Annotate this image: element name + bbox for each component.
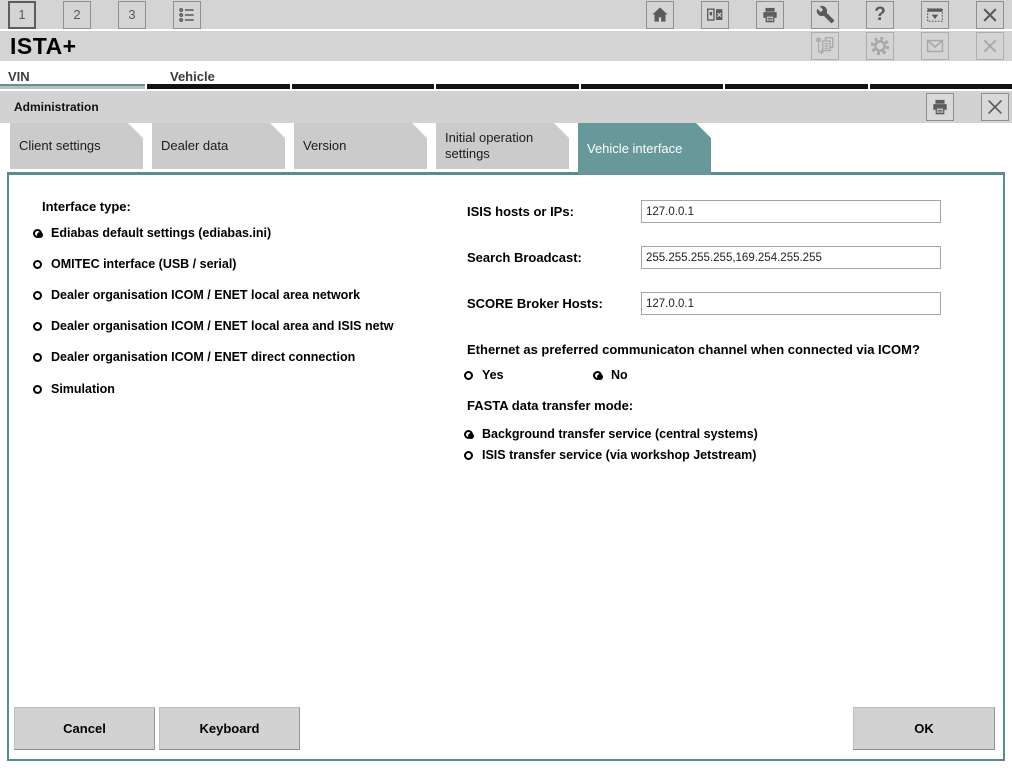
radio-option-fasta-background[interactable]: Background transfer service (central sys… [464, 426, 758, 442]
print-icon [760, 5, 780, 25]
radio-option-omitec[interactable]: OMITEC interface (USB / serial) [33, 256, 464, 272]
interface-type-label: Interface type: [42, 199, 131, 214]
score-broker-label: SCORE Broker Hosts: [467, 296, 603, 311]
radio-option-label: Dealer organisation ICOM / ENET local ar… [51, 319, 393, 333]
radio-option-icom-lan[interactable]: Dealer organisation ICOM / ENET local ar… [33, 287, 464, 303]
radio-icon[interactable] [33, 322, 42, 331]
vehicle-interface-panel: Interface type: Ediabas default settings… [7, 172, 1005, 761]
radio-option-label: Background transfer service (central sys… [482, 427, 758, 441]
close-icon [984, 96, 1006, 118]
print-button[interactable] [756, 1, 784, 29]
data-transfer-icon [814, 35, 836, 57]
tab-initial-operation-settings[interactable]: Initial operation settings [436, 123, 569, 169]
radio-icon[interactable] [33, 291, 42, 300]
tab-client-settings[interactable]: Client settings [10, 123, 143, 169]
dialog-title-bar: Administration [0, 91, 1012, 123]
underline-segment [147, 84, 290, 89]
underline-segment [436, 84, 579, 89]
workspace-buttons: 1 2 3 [8, 1, 201, 29]
radio-option-label: Dealer organisation ICOM / ENET direct c… [51, 350, 355, 364]
underline-segment [870, 84, 1012, 89]
wrench-icon [816, 5, 835, 24]
radio-option-icom-direct[interactable]: Dealer organisation ICOM / ENET direct c… [33, 349, 464, 365]
dialog-title: Administration [14, 100, 99, 114]
gear-button[interactable] [866, 32, 894, 60]
workspace-1-button[interactable]: 1 [8, 1, 36, 29]
parallel-windows-button[interactable] [701, 1, 729, 29]
isis-hosts-input[interactable] [641, 200, 941, 223]
radio-icon[interactable] [33, 385, 42, 394]
wrench-button[interactable] [811, 1, 839, 29]
close-session-button[interactable] [976, 32, 1004, 60]
data-transfer-button[interactable] [811, 32, 839, 60]
radio-option-ethernet-no[interactable]: No [593, 367, 628, 383]
close-app-button[interactable] [976, 1, 1004, 29]
list-button[interactable] [173, 1, 201, 29]
titlebar-icon-buttons [811, 32, 1004, 60]
radio-option-ethernet-yes[interactable]: Yes [464, 367, 504, 383]
toolbar-icon-buttons: ? [646, 1, 1004, 29]
hide-panel-button[interactable] [921, 1, 949, 29]
search-broadcast-input[interactable] [641, 246, 941, 269]
vehicle-label: Vehicle [170, 69, 215, 84]
radio-option-label: Yes [482, 368, 504, 382]
dialog-close-button[interactable] [981, 93, 1009, 121]
vehicle-info-underline [0, 84, 1012, 89]
radio-option-label: No [611, 368, 628, 382]
underline-segment [581, 84, 724, 89]
home-icon [650, 5, 670, 25]
underline-segment [292, 84, 435, 89]
parallel-windows-icon [705, 5, 725, 25]
app-title: ISTA+ [8, 33, 77, 60]
radio-icon[interactable] [593, 371, 602, 380]
underline-segment-active [0, 84, 145, 89]
print-icon [930, 97, 950, 117]
search-broadcast-label: Search Broadcast: [467, 250, 582, 265]
radio-icon[interactable] [33, 353, 42, 362]
workspace-2-button[interactable]: 2 [63, 1, 91, 29]
cancel-button[interactable]: Cancel [14, 707, 155, 750]
close-icon [980, 5, 1000, 25]
radio-icon[interactable] [33, 260, 42, 269]
ok-button[interactable]: OK [853, 707, 995, 750]
envelope-icon [925, 36, 945, 56]
keyboard-button[interactable]: Keyboard [159, 707, 300, 750]
radio-option-label: Simulation [51, 382, 115, 396]
score-broker-input[interactable] [641, 292, 941, 315]
workspace-3-button[interactable]: 3 [118, 1, 146, 29]
close-icon [980, 36, 1000, 56]
radio-icon[interactable] [464, 430, 473, 439]
radio-option-label: Ediabas default settings (ediabas.ini) [51, 226, 271, 240]
help-button[interactable]: ? [866, 1, 894, 29]
fasta-mode-label: FASTA data transfer mode: [467, 398, 633, 413]
radio-option-fasta-isis[interactable]: ISIS transfer service (via workshop Jets… [464, 447, 756, 463]
radio-option-label: ISIS transfer service (via workshop Jets… [482, 448, 756, 462]
radio-option-label: Dealer organisation ICOM / ENET local ar… [51, 288, 360, 302]
radio-option-simulation[interactable]: Simulation [33, 381, 464, 397]
settings-tab-bar: Client settings Dealer data Version Init… [0, 123, 1012, 172]
gear-icon [869, 35, 891, 57]
home-button[interactable] [646, 1, 674, 29]
dialog-print-button[interactable] [926, 93, 954, 121]
radio-option-icom-lan-isis[interactable]: Dealer organisation ICOM / ENET local ar… [33, 318, 464, 334]
radio-icon[interactable] [464, 371, 473, 380]
vin-label: VIN [8, 69, 30, 84]
radio-option-label: OMITEC interface (USB / serial) [51, 257, 236, 271]
top-toolbar: 1 2 3 [0, 0, 1012, 31]
envelope-button[interactable] [921, 32, 949, 60]
tab-vehicle-interface[interactable]: Vehicle interface [578, 123, 711, 175]
tab-version[interactable]: Version [294, 123, 427, 169]
ethernet-question-label: Ethernet as preferred communicaton chann… [467, 342, 920, 357]
list-icon [177, 5, 197, 25]
isis-hosts-label: ISIS hosts or IPs: [467, 204, 574, 219]
tab-dealer-data[interactable]: Dealer data [152, 123, 285, 169]
help-icon: ? [874, 4, 886, 26]
radio-icon[interactable] [464, 451, 473, 460]
underline-segment [725, 84, 868, 89]
radio-option-ediabas[interactable]: Ediabas default settings (ediabas.ini) [33, 225, 464, 241]
radio-icon[interactable] [33, 229, 42, 238]
vehicle-info-strip: VIN Vehicle [0, 61, 1012, 84]
hide-panel-icon [925, 5, 945, 25]
title-bar: ISTA+ [0, 31, 1012, 61]
